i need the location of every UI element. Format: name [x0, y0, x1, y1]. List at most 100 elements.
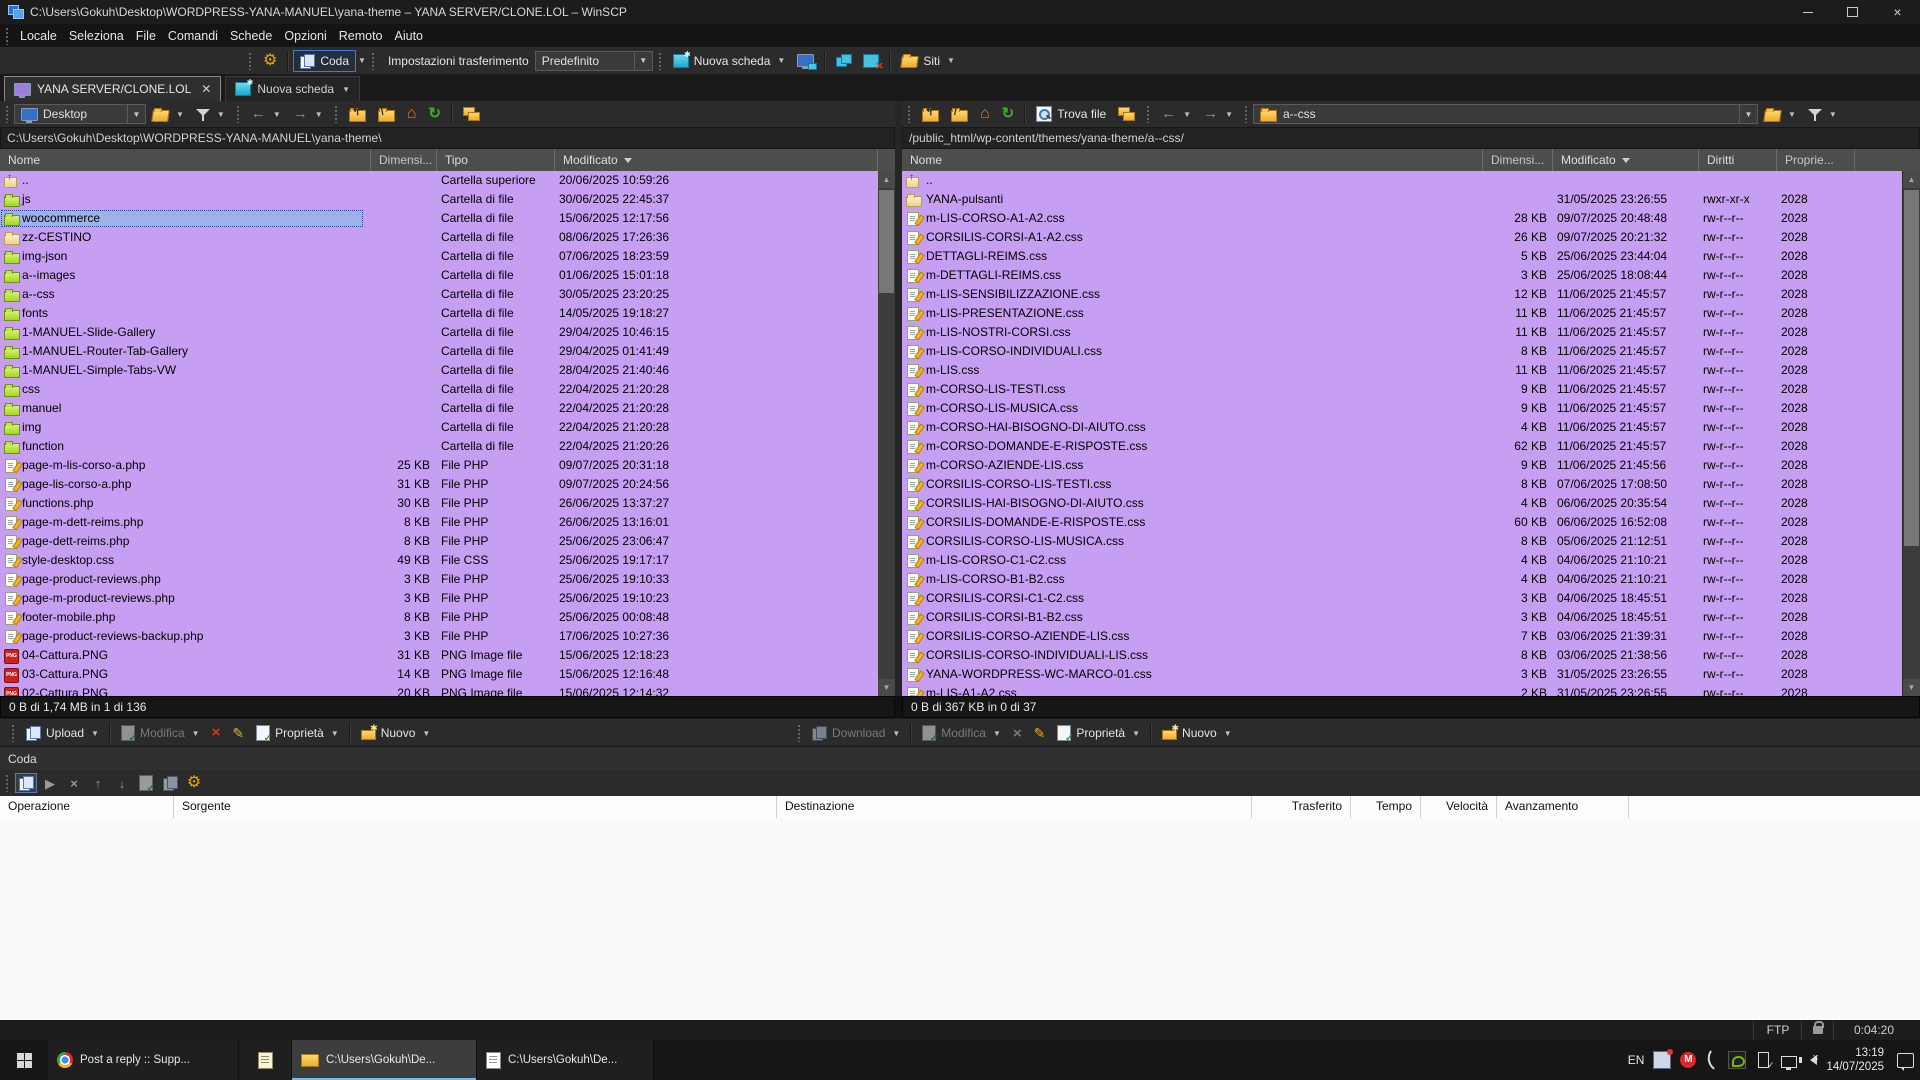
delete-button[interactable]: × — [1007, 722, 1028, 745]
upload-button[interactable]: Upload▼ — [20, 723, 105, 743]
taskbar-clock[interactable]: 13:19 14/07/2025 — [1826, 1046, 1884, 1074]
filter-button[interactable]: ▼ — [1802, 105, 1843, 124]
column-header-modificato[interactable]: Modificato — [1553, 149, 1699, 171]
tab-new-session[interactable]: Nuova scheda ▼ — [225, 76, 360, 101]
column-header-proprietario[interactable]: Proprie... — [1777, 149, 1855, 171]
file-row[interactable]: m-LIS-SENSIBILIZZAZIONE.css12 KB11/06/20… — [902, 285, 1902, 304]
filter-button[interactable]: ▼ — [190, 105, 231, 124]
file-row[interactable]: 02-Cattura.PNG20 KBPNG Image file15/06/2… — [0, 684, 878, 696]
find-files-button[interactable]: Trova file — [1030, 103, 1112, 125]
network-icon[interactable] — [1781, 1056, 1797, 1068]
file-row[interactable]: page-m-lis-corso-a.php25 KBFile PHP09/07… — [0, 456, 878, 475]
file-row[interactable]: m-LIS-CORSO-INDIVIDUALI.css8 KB11/06/202… — [902, 342, 1902, 361]
download-button[interactable]: Download▼ — [806, 723, 906, 743]
file-row[interactable]: m-LIS-PRESENTAZIONE.css11 KB11/06/2025 2… — [902, 304, 1902, 323]
panel-toolbar-grip2[interactable] — [1146, 105, 1150, 123]
new-button[interactable]: Nuovo▼ — [355, 723, 437, 743]
file-row[interactable]: YANA-pulsanti31/05/2025 23:26:55rwxr-xr-… — [902, 190, 1902, 209]
new-button[interactable]: Nuovo▼ — [1156, 723, 1238, 743]
menu-locale[interactable]: Locale — [14, 26, 63, 46]
chevron-down-icon[interactable]: ▼ — [127, 105, 145, 123]
commands-grip[interactable] — [11, 724, 15, 742]
queue-header-tempo[interactable]: Tempo — [1351, 796, 1421, 818]
session-time-segment[interactable]: 0:04:20 — [1833, 1021, 1914, 1039]
file-row[interactable]: .. — [902, 171, 1902, 190]
parent-directory-button[interactable]: ↰ — [343, 104, 372, 125]
start-button[interactable] — [0, 1040, 48, 1080]
close-button[interactable]: × — [1875, 0, 1920, 24]
file-row[interactable]: CORSILIS-CORSO-AZIENDE-LIS.css7 KB03/06/… — [902, 627, 1902, 646]
queue-settings-button[interactable]: ⚙ — [183, 773, 205, 793]
delete-button[interactable]: × — [206, 723, 227, 743]
file-row[interactable]: m-LIS-CORSO-B1-B2.css4 KB04/06/2025 21:1… — [902, 570, 1902, 589]
column-header-nome[interactable]: Nome — [902, 149, 1483, 171]
file-row[interactable]: manuelCartella di file22/04/2025 21:20:2… — [0, 399, 878, 418]
tab-close-icon[interactable]: ✕ — [201, 82, 211, 96]
file-row[interactable]: CORSILIS-CORSO-INDIVIDUALI-LIS.css8 KB03… — [902, 646, 1902, 665]
file-row[interactable]: m-CORSO-LIS-MUSICA.css9 KB11/06/2025 21:… — [902, 399, 1902, 418]
remote-path-bar[interactable]: /public_html/wp-content/themes/yana-them… — [902, 127, 1920, 149]
file-row[interactable]: CORSILIS-HAI-BISOGNO-DI-AIUTO.css4 KB06/… — [902, 494, 1902, 513]
queue-process-item-button[interactable] — [135, 773, 157, 793]
file-row[interactable]: page-m-dett-reims.php8 KBFile PHP26/06/2… — [0, 513, 878, 532]
mega-icon[interactable]: M — [1680, 1052, 1696, 1068]
column-header-dimensione[interactable]: Dimensi... — [371, 149, 437, 171]
queue-header-avanzamento[interactable]: Avanzamento — [1497, 796, 1629, 818]
home-directory-button[interactable]: ⌂ — [401, 104, 423, 124]
menu-seleziona[interactable]: Seleziona — [63, 26, 130, 46]
menu-remoto[interactable]: Remoto — [333, 26, 389, 46]
file-row[interactable]: 1-MANUEL-Slide-GalleryCartella di file29… — [0, 323, 878, 342]
file-row[interactable]: CORSILIS-DOMANDE-E-RISPOSTE.css60 KB06/0… — [902, 513, 1902, 532]
chevron-down-icon[interactable]: ▼ — [1739, 105, 1757, 123]
tray-app-notification-icon[interactable] — [1653, 1051, 1671, 1069]
new-tab-button[interactable]: Nuova scheda ▼ — [667, 51, 792, 71]
menu-file[interactable]: File — [130, 26, 162, 46]
file-row[interactable]: fontsCartella di file14/05/2025 19:18:27 — [0, 304, 878, 323]
edit-alternative-button[interactable]: ✎ — [1028, 723, 1052, 743]
refresh-button[interactable]: ↻ — [996, 104, 1021, 124]
duplicate-tab-button[interactable] — [830, 51, 857, 70]
edit-alternative-button[interactable]: ✎ — [226, 723, 250, 743]
panel-splitter[interactable] — [895, 101, 902, 696]
close-tab-button[interactable] — [857, 51, 885, 71]
scrollbar-thumb[interactable] — [1904, 190, 1919, 546]
synchronize-browsing-button[interactable] — [457, 104, 486, 124]
file-row[interactable]: m-DETTAGLI-REIMS.css3 KB25/06/2025 18:08… — [902, 266, 1902, 285]
menu-schede[interactable]: Schede — [224, 26, 278, 46]
queue-resume-button[interactable]: ▶ — [39, 773, 61, 793]
queue-delete-button[interactable]: × — [63, 773, 85, 793]
home-directory-button[interactable]: ⌂ — [974, 104, 996, 124]
protocol-segment[interactable]: FTP — [1753, 1021, 1802, 1039]
panel-toolbar-grip[interactable] — [907, 105, 911, 123]
panel-toolbar-grip[interactable] — [5, 105, 9, 123]
volume-muted-icon[interactable] — [1810, 1055, 1817, 1065]
toolbar-grip3[interactable] — [658, 52, 662, 70]
file-row[interactable]: img-jsonCartella di file07/06/2025 18:23… — [0, 247, 878, 266]
panel-toolbar-grip3[interactable] — [334, 105, 338, 123]
queue-list-empty[interactable] — [0, 818, 1920, 1020]
file-row[interactable]: style-desktop.css49 KBFile CSS25/06/2025… — [0, 551, 878, 570]
file-row[interactable]: woocommerceCartella di file15/06/2025 12… — [0, 209, 878, 228]
duplicate-session-button[interactable] — [791, 51, 820, 70]
file-row[interactable]: 03-Cattura.PNG14 KBPNG Image file15/06/2… — [0, 665, 878, 684]
synchronize-browsing-button[interactable] — [1112, 104, 1141, 124]
file-row[interactable]: DETTAGLI-REIMS.css5 KB25/06/2025 23:44:0… — [902, 247, 1902, 266]
menu-aiuto[interactable]: Aiuto — [389, 26, 430, 46]
file-row[interactable]: jsCartella di file30/06/2025 22:45:37 — [0, 190, 878, 209]
minimize-button[interactable] — [1785, 0, 1830, 24]
queue-header-velocita[interactable]: Velocità — [1421, 796, 1497, 818]
column-header-tipo[interactable]: Tipo — [437, 149, 555, 171]
file-row[interactable]: page-product-reviews.php3 KBFile PHP25/0… — [0, 570, 878, 589]
open-directory-button[interactable]: ▼ — [146, 104, 190, 125]
file-row[interactable]: a--cssCartella di file30/05/2025 23:20:2… — [0, 285, 878, 304]
column-header-nome[interactable]: Nome — [0, 149, 371, 171]
menubar-grip[interactable] — [5, 27, 9, 45]
refresh-button[interactable]: ↻ — [422, 104, 447, 124]
root-directory-button[interactable]: \ — [372, 104, 401, 125]
file-row[interactable]: functions.php30 KBFile PHP26/06/2025 13:… — [0, 494, 878, 513]
scroll-down-icon[interactable]: ▼ — [1903, 679, 1920, 696]
usb-safely-remove-icon[interactable] — [1758, 1052, 1769, 1068]
file-row[interactable]: functionCartella di file22/04/2025 21:20… — [0, 437, 878, 456]
file-row[interactable]: 1-MANUEL-Simple-Tabs-VWCartella di file2… — [0, 361, 878, 380]
root-directory-button[interactable]: / — [945, 104, 974, 125]
